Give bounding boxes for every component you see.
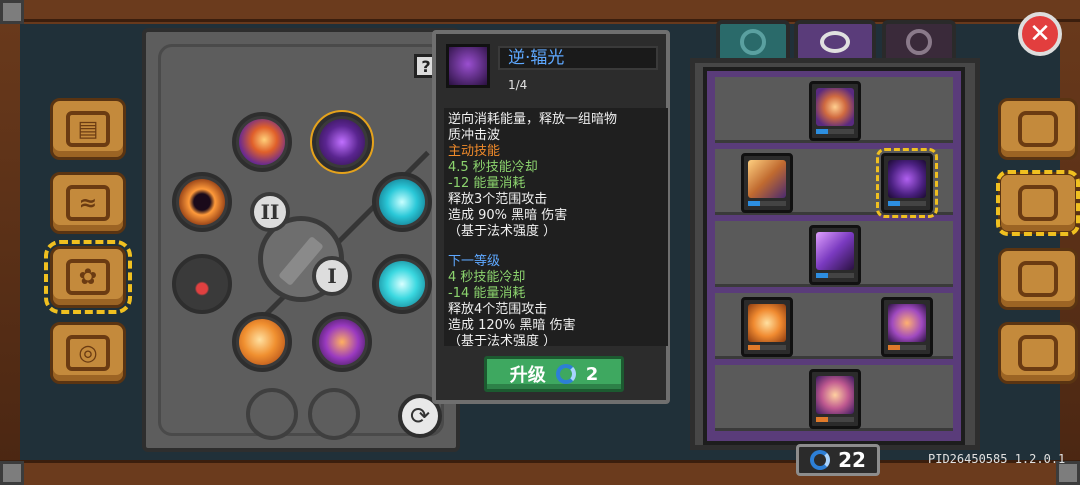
book-icon: ▤	[66, 111, 110, 147]
upgrade-cost: 2	[585, 363, 599, 385]
helmet-icon	[1018, 111, 1058, 147]
card-reverse-radiance[interactable]	[876, 148, 938, 218]
description-line: 质冲击波	[448, 128, 501, 143]
nav-star-button[interactable]	[998, 248, 1078, 310]
skill-pack-panel	[690, 58, 980, 450]
wood-frame-top	[0, 0, 1080, 22]
skill-meteor[interactable]	[232, 112, 292, 172]
skill-starfall[interactable]	[312, 312, 372, 372]
skill-black-hole[interactable]	[172, 172, 232, 232]
tab-teal-pack[interactable]	[716, 20, 790, 60]
frame-corner	[0, 461, 24, 485]
skill-potion[interactable]	[172, 254, 232, 314]
skill-pack-list	[703, 67, 965, 445]
gem-counter: 22	[796, 444, 880, 476]
card-galaxy[interactable]	[809, 81, 861, 141]
refresh-icon: ⟳	[409, 402, 431, 430]
next-level-line: 释放4个范围攻击	[448, 302, 548, 317]
close-button[interactable]: ✕	[1018, 12, 1062, 56]
card-starfall[interactable]	[809, 225, 861, 285]
next-level-header: 下一等级	[448, 254, 501, 269]
description-line: 主动技能	[448, 144, 501, 159]
gem-count: 22	[838, 448, 866, 472]
scroll-icon: ≈	[66, 185, 110, 221]
upgrade-button[interactable]: 升级 2	[484, 356, 624, 392]
skill-tooltip: 逆·辐光 1/4 逆向消耗能量，释放一组暗物 质冲击波 主动技能 4.5 秒技能冷却 -…	[432, 30, 670, 404]
description-line: 造成 90% 黑暗 伤害	[448, 208, 568, 223]
next-level-line: 造成 120% 黑暗 伤害	[448, 318, 576, 333]
empty-skill-slot[interactable]	[308, 388, 360, 440]
description-line: 4.5 秒技能冷却	[448, 160, 538, 175]
empty-skill-slot[interactable]	[246, 388, 298, 440]
vortex-icon	[906, 29, 932, 55]
card-sun-orb[interactable]	[741, 297, 793, 357]
skill-reverse-radiance[interactable]	[310, 110, 374, 174]
build-version: PID26450585 1.2.0.1	[928, 452, 1066, 466]
swirl-icon	[740, 29, 766, 55]
tab-cosmic-pack[interactable]	[794, 20, 876, 60]
description-line: （基于法术强度 ）	[448, 224, 557, 239]
card-spellbook[interactable]	[809, 369, 861, 429]
steering-wheel-icon: ◎	[66, 335, 110, 371]
skill-name: 逆·辐光	[508, 48, 565, 68]
skills-icon: ✿	[66, 259, 110, 295]
upgrade-icon	[1018, 185, 1058, 221]
next-level-line: 4 秒技能冷却	[448, 270, 526, 285]
upgrade-label: 升级	[509, 365, 546, 386]
description-line: 释放3个范围攻击	[448, 192, 548, 207]
card-slash[interactable]	[741, 153, 793, 213]
skill-description: 逆向消耗能量，释放一组暗物 质冲击波 主动技能 4.5 秒技能冷却 -12 能量消耗 释放…	[444, 108, 668, 346]
skill-level: 1/4	[508, 78, 528, 92]
gem-icon	[555, 364, 576, 384]
gem-icon	[810, 450, 831, 470]
skill-lightning[interactable]	[372, 172, 432, 232]
wood-frame-bottom	[0, 460, 1080, 485]
planet-icon	[820, 31, 850, 53]
skill-portrait-icon	[446, 44, 490, 88]
nav-skills-button[interactable]: ✿	[44, 240, 132, 314]
game-screen: ▤ ≈ ✿ ◎ ? II I ⟳ 逆·辐光 1/4 逆向消耗能量，释放一组暗物质…	[0, 0, 1080, 485]
close-icon: ✕	[1029, 19, 1051, 49]
skill-tree-panel: ? II I ⟳	[142, 28, 460, 452]
frame-corner	[0, 0, 24, 24]
tier-one-badge: I	[312, 256, 352, 296]
nav-gear-button[interactable]	[998, 322, 1078, 384]
nav-upgrade-button[interactable]	[996, 170, 1080, 236]
star-icon	[1018, 261, 1058, 297]
description-line: 逆向消耗能量，释放一组暗物	[448, 112, 618, 127]
nav-helmet-button[interactable]	[998, 98, 1078, 160]
skill-sun-orb[interactable]	[232, 312, 292, 372]
card-meteor[interactable]	[881, 297, 933, 357]
nav-book-button[interactable]: ▤	[50, 98, 126, 160]
nav-steering-button[interactable]: ◎	[50, 322, 126, 384]
next-level-line: （基于法术强度 ）	[448, 334, 557, 346]
description-line: -12 能量消耗	[448, 176, 526, 191]
tier-two-badge: II	[250, 192, 290, 232]
nav-scroll-button[interactable]: ≈	[50, 172, 126, 234]
skill-frost-shard[interactable]	[372, 254, 432, 314]
next-level-line: -14 能量消耗	[448, 286, 526, 301]
gear-icon	[1018, 335, 1058, 371]
tab-vortex-pack[interactable]	[882, 20, 956, 60]
